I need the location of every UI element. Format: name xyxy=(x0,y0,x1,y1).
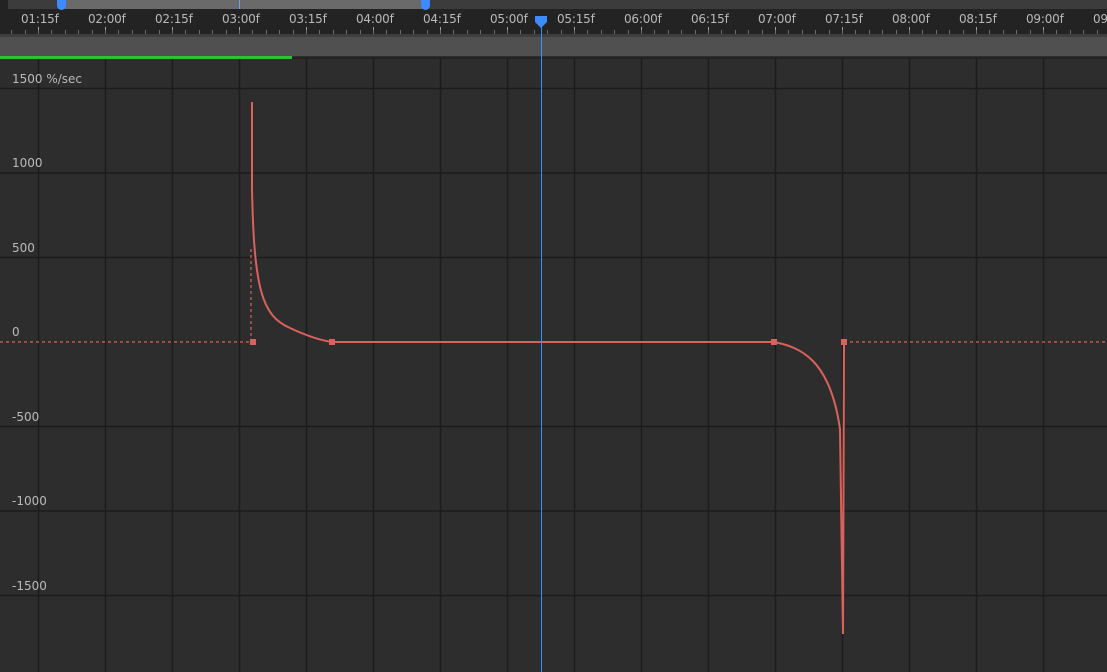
graph-editor[interactable]: 1500 %/sec 1000 500 0 -500 -1000 -1500 xyxy=(0,59,1107,672)
time-ruler-label: 02:15f xyxy=(155,12,193,26)
value-axis-unit-label: 1500 %/sec xyxy=(12,72,83,86)
value-axis-label: 1000 xyxy=(12,156,43,170)
keyframe-4[interactable] xyxy=(841,339,847,345)
time-ruler-label: 09:00f xyxy=(1026,12,1064,26)
time-navigator-start-handle[interactable] xyxy=(57,0,66,10)
time-ruler-label: 01:15f xyxy=(21,12,59,26)
time-ruler-label: 07:00f xyxy=(758,12,796,26)
keyframe-3[interactable] xyxy=(771,339,777,345)
time-ruler-label: 08:15f xyxy=(959,12,997,26)
time-ruler-label: 02:00f xyxy=(88,12,126,26)
playhead-handle[interactable] xyxy=(534,16,548,28)
time-ruler-label: 08:00f xyxy=(892,12,930,26)
time-ruler-label: 05:15f xyxy=(557,12,595,26)
time-navigator[interactable] xyxy=(0,0,1107,10)
vertical-grid xyxy=(37,59,1045,672)
value-axis-label: -1500 xyxy=(12,578,47,593)
value-axis-label: -1000 xyxy=(12,494,47,508)
time-ruler-label: 04:00f xyxy=(356,12,394,26)
work-area-bar-top-strip xyxy=(0,34,1107,37)
time-ruler-label: 05:00f xyxy=(490,12,528,26)
value-axis-label: -500 xyxy=(12,409,40,424)
value-axis-label: 500 xyxy=(12,240,35,255)
time-ruler-label: 03:15f xyxy=(289,12,327,26)
time-navigator-end-handle[interactable] xyxy=(421,0,430,10)
speed-graph-curve[interactable] xyxy=(251,102,845,635)
work-area-bar[interactable] xyxy=(0,34,1107,57)
time-ruler-label: 06:00f xyxy=(624,12,662,26)
value-axis-label: 0 xyxy=(12,325,20,339)
keyframe-2[interactable] xyxy=(329,339,335,345)
time-navigator-current-time-marker xyxy=(239,0,240,9)
speed-graph[interactable] xyxy=(0,59,1107,672)
keyframe-1[interactable] xyxy=(250,339,256,345)
time-navigator-range[interactable] xyxy=(61,0,426,9)
time-ruler-label: 04:15f xyxy=(423,12,461,26)
time-ruler-label: 09: xyxy=(1093,12,1107,26)
time-ruler-label: 06:15f xyxy=(691,12,729,26)
time-ruler-label: 07:15f xyxy=(825,12,863,26)
time-ruler[interactable]: 01:15f 02:00f 02:15f 03:00f 03:15f 04:00f 04:1… xyxy=(0,10,1107,34)
time-ruler-label: 03:00f xyxy=(222,12,260,26)
